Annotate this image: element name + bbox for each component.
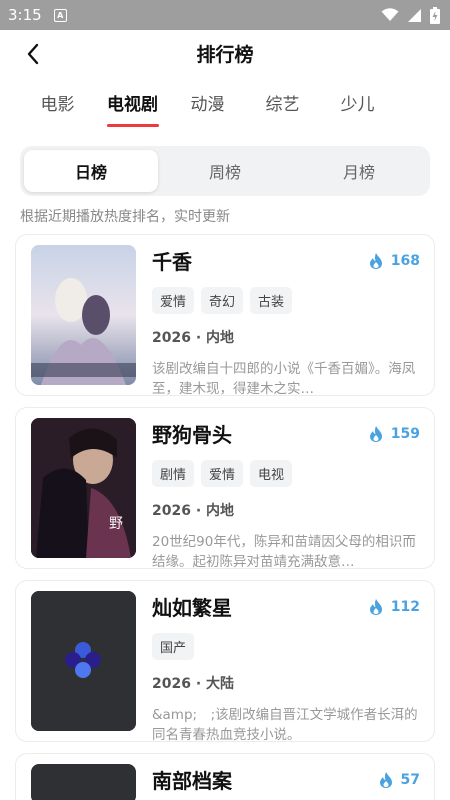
poster-image <box>31 245 136 385</box>
segment-daily[interactable]: 日榜 <box>24 150 158 192</box>
tab-label: 综艺 <box>265 95 300 115</box>
segment-monthly[interactable]: 月榜 <box>292 150 426 192</box>
svg-text:野: 野 <box>109 516 123 532</box>
tab-variety[interactable]: 综艺 <box>245 76 320 138</box>
list-item[interactable]: 千香 168 爱情 奇幻 古装 2026 · 内地 该剧改编自十四郎的小说《千香… <box>15 234 435 397</box>
heat-score: 168 <box>369 253 420 269</box>
tag: 国产 <box>152 633 195 660</box>
category-tabs: 电影 电视剧 动漫 综艺 少儿 <box>0 76 450 138</box>
flame-icon <box>369 253 382 269</box>
tab-tv-series[interactable]: 电视剧 <box>95 76 170 138</box>
tab-label: 电视剧 <box>107 95 158 115</box>
status-bar: 3:15 A <box>0 0 450 30</box>
page-title: 排行榜 <box>196 43 254 66</box>
tab-label: 动漫 <box>190 95 225 115</box>
tab-label: 电影 <box>40 95 75 115</box>
poster-placeholder <box>31 591 136 731</box>
tag: 奇幻 <box>201 287 244 314</box>
heat-score: 57 <box>379 772 420 788</box>
item-description: 该剧改编自十四郎的小说《千香百媚》。海凤至，建木现，得建木之实… <box>152 361 416 397</box>
tab-anime[interactable]: 动漫 <box>170 76 245 138</box>
tag: 剧情 <box>152 460 195 487</box>
segment-weekly[interactable]: 周榜 <box>158 150 292 192</box>
item-meta: 2026 · 大陆 <box>152 676 235 692</box>
tab-movie[interactable]: 电影 <box>20 76 95 138</box>
notification-icon: A <box>53 8 67 22</box>
tag-list: 爱情 奇幻 古装 <box>152 287 420 314</box>
flame-icon <box>369 426 382 442</box>
item-meta: 2026 · 内地 <box>152 503 235 519</box>
item-info: 千香 168 爱情 奇幻 古装 2026 · 内地 该剧改编自十四郎的小说《千香… <box>152 245 420 397</box>
list-item[interactable]: 南部档案 57 <box>15 753 435 800</box>
heat-value: 159 <box>390 426 420 442</box>
ranking-hint: 根据近期播放热度排名，实时更新 <box>20 209 230 225</box>
tab-kids[interactable]: 少儿 <box>320 76 395 138</box>
heat-value: 168 <box>390 253 420 269</box>
item-description: &amp; ;该剧改编自晋江文学城作者长洱的同名青春热血竞技小说。 <box>152 707 418 743</box>
wifi-icon <box>381 8 399 21</box>
tag-list: 剧情 爱情 电视 <box>152 460 420 487</box>
heat-score: 112 <box>369 599 420 615</box>
status-time: 3:15 <box>8 6 42 24</box>
battery-icon <box>430 6 440 24</box>
flame-icon <box>369 599 382 615</box>
app-header: 排行榜 <box>0 30 450 76</box>
ranking-period-switch: 日榜 周榜 月榜 <box>20 146 430 196</box>
item-description: 20世纪90年代，陈异和苗靖因父母的相识而结缘。起初陈异对苗靖充满敌意… <box>152 534 416 570</box>
tag: 电视 <box>250 460 293 487</box>
item-info: 灿如繁星 112 国产 2026 · 大陆 &amp; ;该剧改编自晋江文学城作… <box>152 591 420 743</box>
tag: 爱情 <box>152 287 195 314</box>
tag: 古装 <box>250 287 293 314</box>
list-item[interactable]: 野 野狗骨头 159 剧情 爱情 电视 2026 · 内地 20世纪90年代，陈… <box>15 407 435 570</box>
heat-value: 112 <box>390 599 420 615</box>
item-meta: 2026 · 内地 <box>152 330 235 346</box>
item-info: 野狗骨头 159 剧情 爱情 电视 2026 · 内地 20世纪90年代，陈异和… <box>152 418 420 570</box>
tag-list: 国产 <box>152 633 420 660</box>
ranking-list: 千香 168 爱情 奇幻 古装 2026 · 内地 该剧改编自十四郎的小说《千香… <box>0 228 450 800</box>
list-item[interactable]: 灿如繁星 112 国产 2026 · 大陆 &amp; ;该剧改编自晋江文学城作… <box>15 580 435 743</box>
signal-icon <box>408 8 421 22</box>
tag: 爱情 <box>201 460 244 487</box>
flame-icon <box>379 772 392 788</box>
heat-score: 159 <box>369 426 420 442</box>
tab-label: 少儿 <box>340 95 375 115</box>
heat-value: 57 <box>400 772 420 788</box>
chevron-left-icon <box>27 43 39 65</box>
item-info: 南部档案 57 <box>152 764 420 793</box>
poster-image: 野 <box>31 418 136 558</box>
poster-placeholder <box>31 764 136 800</box>
placeholder-logo-icon <box>31 591 136 731</box>
back-button[interactable] <box>18 40 48 68</box>
